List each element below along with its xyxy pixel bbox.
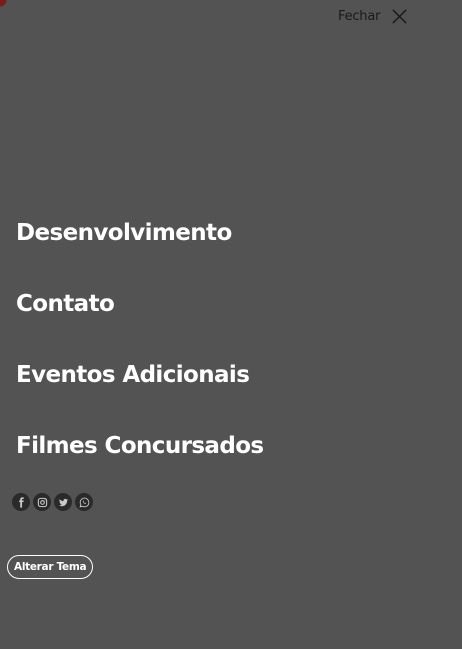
menu-item-desenvolvimento: Desenvolvimento: [16, 214, 264, 285]
social-links: [12, 493, 93, 511]
main-menu: Desenvolvimento Contato Eventos Adiciona…: [16, 214, 264, 498]
whatsapp-icon[interactable]: [75, 493, 93, 511]
menu-link-filmes-concursados[interactable]: Filmes Concursados: [16, 433, 264, 459]
close-menu-button[interactable]: Fechar: [338, 5, 409, 27]
toggle-theme-button[interactable]: Alterar Tema: [7, 555, 94, 579]
menu-link-contato[interactable]: Contato: [16, 291, 115, 317]
menu-link-eventos-adicionais[interactable]: Eventos Adicionais: [16, 362, 250, 388]
close-label: Fechar: [338, 8, 381, 24]
menu-item-eventos-adicionais: Eventos Adicionais: [16, 356, 264, 427]
menu-link-desenvolvimento[interactable]: Desenvolvimento: [16, 220, 232, 246]
twitter-icon[interactable]: [54, 493, 72, 511]
menu-item-contato: Contato: [16, 285, 264, 356]
corner-accent: [0, 0, 14, 14]
instagram-icon[interactable]: [33, 493, 51, 511]
facebook-icon[interactable]: [12, 493, 30, 511]
menu-item-filmes-concursados: Filmes Concursados: [16, 427, 264, 498]
close-icon: [392, 8, 407, 24]
